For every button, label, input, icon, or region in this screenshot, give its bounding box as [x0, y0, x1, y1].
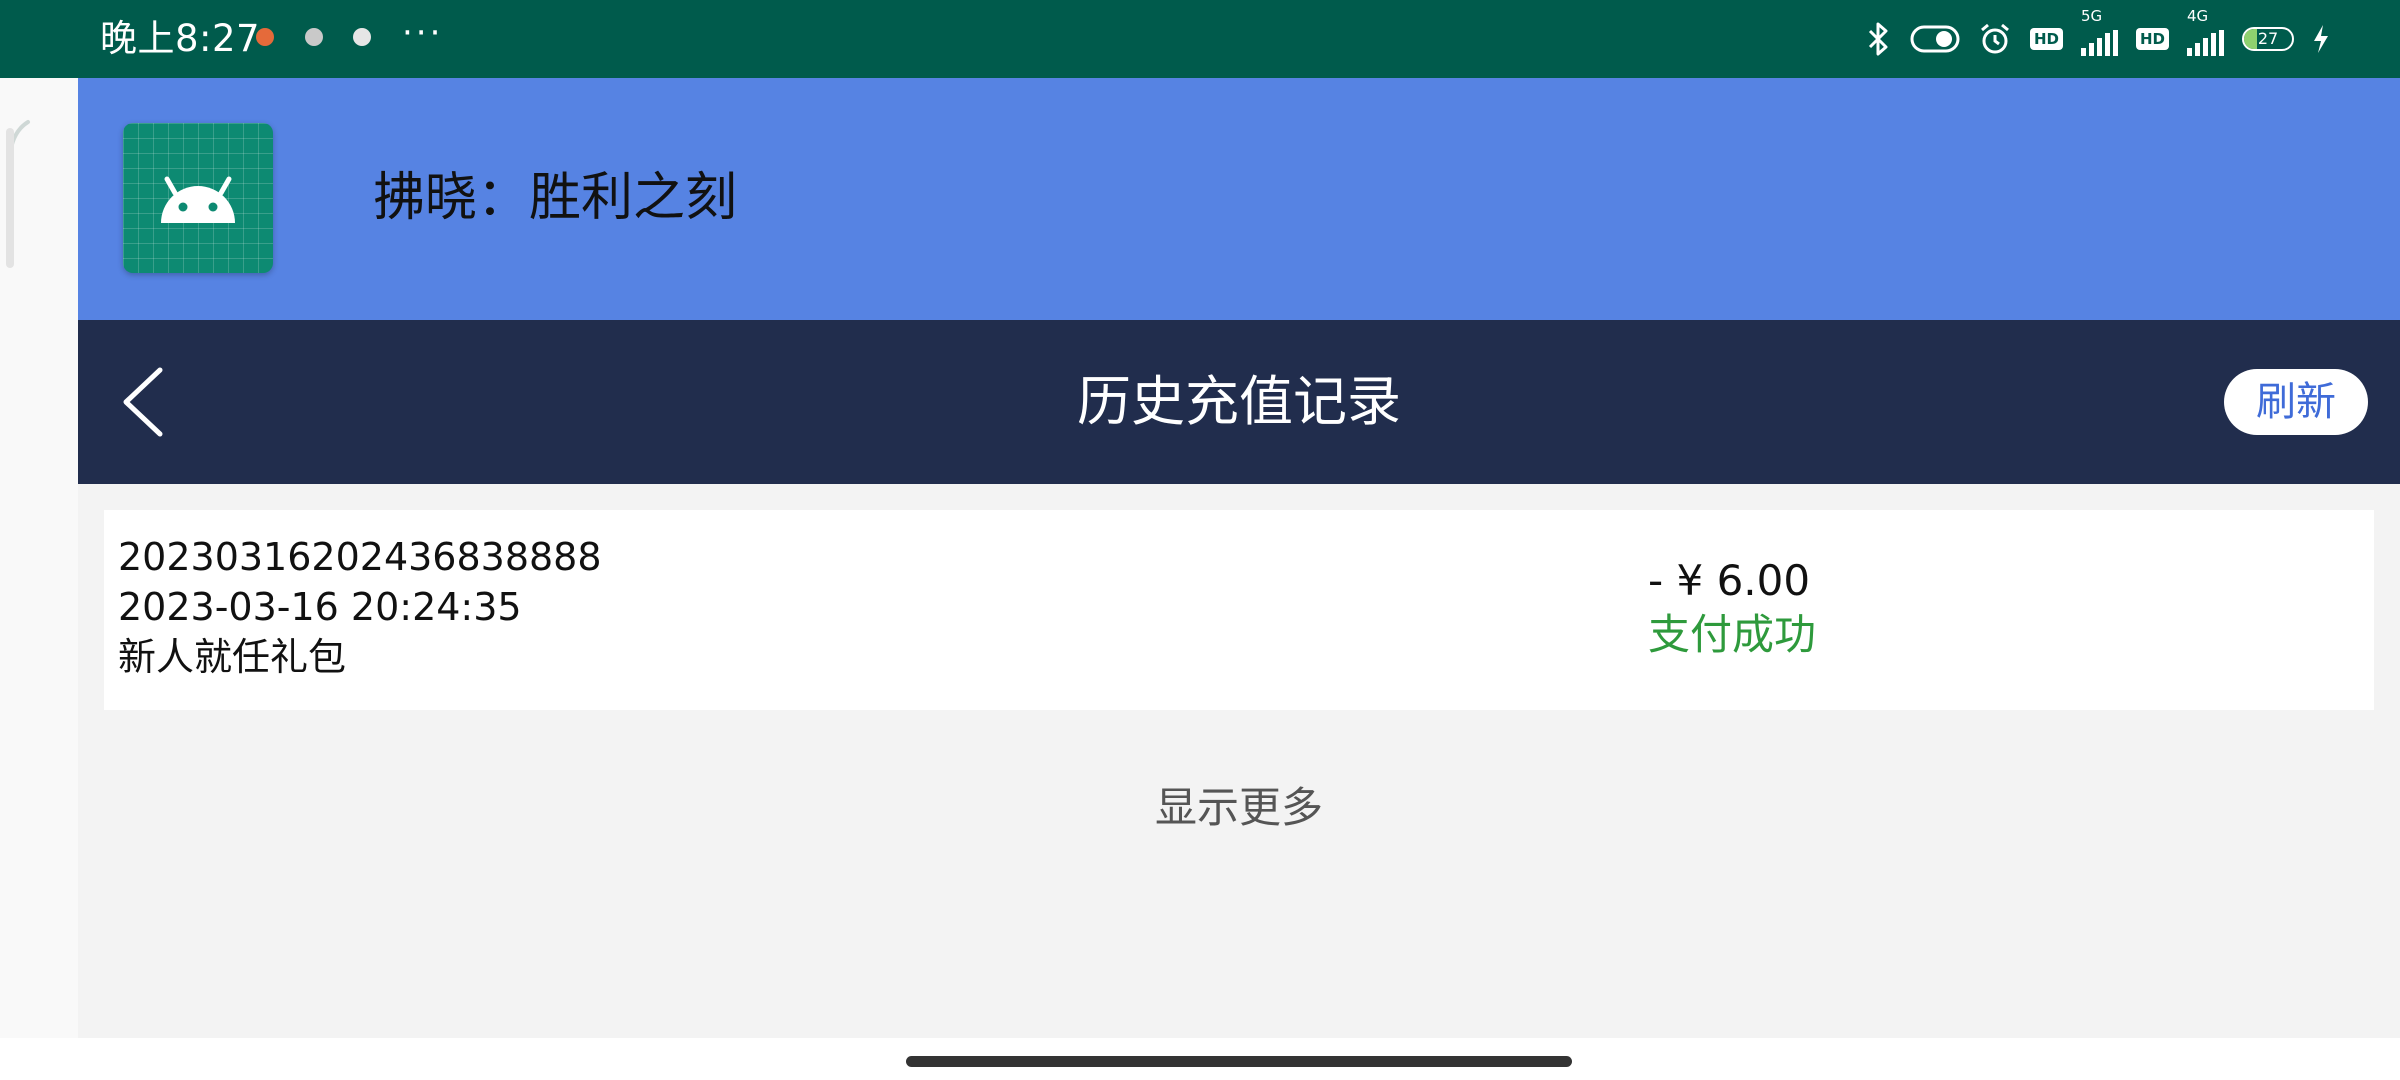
gesture-navigation-area [0, 1038, 2400, 1080]
app-notification-icon [305, 28, 323, 46]
app-notification-icon [353, 28, 371, 46]
nav-bar: 历史充值记录 刷新 [78, 320, 2400, 484]
status-bar: 晚上8:27 ··· HD 5G HD 4G 27 [0, 0, 2400, 78]
toggle-icon [1910, 25, 1960, 53]
network-type-label: 5G [2080, 7, 2103, 25]
order-datetime: 2023-03-16 20:24:35 [118, 585, 522, 629]
product-name: 新人就任礼包 [118, 635, 347, 679]
app-header: 拂晓：胜利之刻 [78, 78, 2400, 320]
order-id: 20230316202436838888 [118, 535, 602, 579]
hd-badge: HD [2029, 28, 2063, 50]
home-indicator[interactable] [906, 1056, 1572, 1067]
status-time: 晚上8:27 [100, 17, 261, 60]
hd-badge: HD [2135, 28, 2169, 50]
charging-icon [2314, 25, 2328, 53]
recharge-history-list: 20230316202436838888 2023-03-16 20:24:35… [78, 484, 2400, 1038]
more-notifications-icon: ··· [402, 13, 444, 53]
app-title: 拂晓：胜利之刻 [373, 168, 738, 228]
side-scroll-handle[interactable] [6, 128, 14, 268]
payment-amount: - ¥ 6.00 [1648, 556, 1811, 605]
status-icons: HD 5G HD 4G 27 [1864, 8, 2330, 64]
refresh-button[interactable]: 刷新 [2224, 369, 2368, 435]
android-app-icon [123, 123, 273, 273]
record-summary: - ¥ 6.00 支付成功 [1648, 554, 1816, 662]
list-item[interactable]: 20230316202436838888 2023-03-16 20:24:35… [104, 510, 2374, 710]
payment-status: 支付成功 [1648, 610, 1817, 659]
side-strip [0, 78, 78, 1038]
app-notification-icon [256, 28, 274, 46]
alarm-icon [1981, 23, 2009, 54]
record-details: 20230316202436838888 2023-03-16 20:24:35… [118, 532, 602, 682]
4g-signal-icon: 4G [2187, 8, 2224, 56]
5g-signal-icon: 5G [2080, 8, 2118, 56]
battery-icon: 27 [2242, 27, 2294, 51]
network-type-label: 4G [2187, 7, 2209, 25]
battery-level-text: 27 [2257, 29, 2279, 48]
bluetooth-icon [1868, 22, 1888, 56]
show-more-button[interactable]: 显示更多 [78, 780, 2400, 836]
page-title: 历史充值记录 [1077, 370, 1401, 433]
